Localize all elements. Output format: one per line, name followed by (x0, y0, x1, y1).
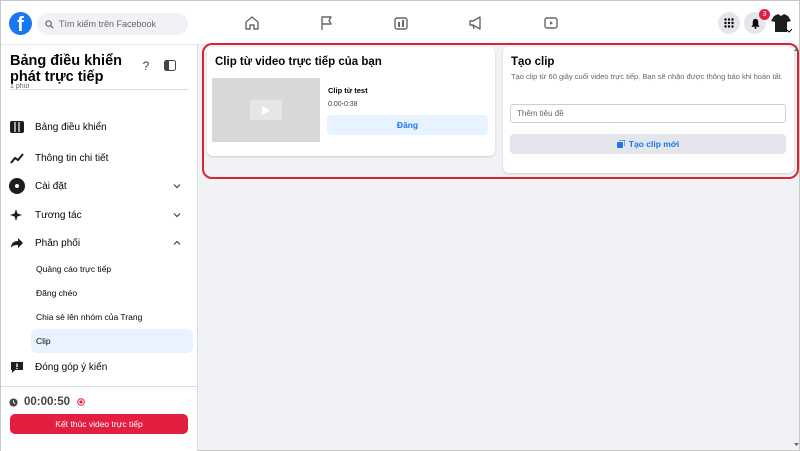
create-new-clip-button[interactable]: Tạo clip mới (510, 134, 786, 154)
sidebar: Bảng điều khiển phát trực tiếp ? 1 phút … (1, 45, 198, 451)
live-record-icon (77, 398, 85, 406)
live-timer: 00:00:50 (9, 396, 85, 408)
clip-name: Clip từ test (328, 86, 368, 95)
create-new-clip-label: Tạo clip mới (628, 139, 680, 149)
gear-icon (9, 178, 25, 194)
home-icon[interactable] (244, 15, 260, 31)
bell-icon (750, 18, 760, 29)
clip-card-title: Clip từ video trực tiếp của bạn (215, 56, 382, 68)
share-icon (9, 235, 25, 251)
sidebar-item-feedback[interactable]: Đóng góp ý kiến (6, 355, 191, 379)
clock-icon (9, 397, 18, 407)
video-icon[interactable] (543, 15, 559, 31)
scroll-up-arrow-icon[interactable] (794, 47, 799, 52)
sidebar-item-label: Cài đặt (35, 180, 67, 192)
post-clip-button[interactable]: Đăng (327, 115, 488, 135)
sidebar-item-label: Phân phối (35, 237, 81, 249)
notifications-button[interactable]: 3 (744, 9, 770, 34)
sidebar-item-label: Thông tin chi tiết (35, 152, 109, 164)
grid-menu-icon (724, 18, 734, 28)
sidebar-title: Bảng điều khiển phát trực tiếp (10, 53, 122, 85)
account-chevron-icon[interactable] (786, 29, 792, 33)
sidebar-subitem-label: Đăng chéo (36, 288, 78, 298)
search-input[interactable] (59, 19, 179, 29)
chevron-down-icon (173, 213, 181, 218)
chevron-down-icon (173, 184, 181, 189)
create-clip-description: Tạo clip từ 60 giây cuối video trực tiếp… (511, 72, 783, 81)
divider (10, 89, 188, 90)
partial-status-text: 1 phút (10, 83, 30, 90)
insights-icon (9, 150, 25, 166)
sidebar-item-label: Bảng điều khiển (35, 121, 107, 133)
sidebar-subitem-label: Quảng cáo trực tiếp (36, 264, 112, 274)
sidebar-item-settings[interactable]: Cài đặt (6, 174, 191, 198)
sidebar-subitem-crosspost[interactable]: Đăng chéo (31, 281, 193, 305)
timer-value: 00:00:50 (24, 396, 71, 408)
end-live-video-button[interactable]: Kết thúc video trực tiếp (10, 414, 188, 434)
notification-badge: 3 (759, 9, 770, 20)
sidebar-item-dashboard[interactable]: Bảng điều khiển (6, 115, 191, 139)
sidebar-item-label: Tương tác (35, 209, 82, 221)
play-icon (250, 100, 282, 120)
create-clip-card: Tạo clip Tạo clip từ 60 giây cuối video … (503, 47, 794, 173)
clip-icon (616, 140, 625, 148)
scrollbar[interactable] (795, 45, 799, 451)
sparkle-icon (9, 207, 25, 223)
chevron-up-icon (173, 240, 181, 245)
menu-button[interactable] (718, 12, 740, 34)
logo-letter: f (17, 14, 24, 35)
scroll-down-arrow-icon[interactable] (794, 442, 799, 447)
panel-toggle-icon[interactable] (164, 60, 176, 71)
sidebar-item-distribution[interactable]: Phân phối (6, 231, 191, 255)
search-box[interactable] (37, 13, 188, 35)
divider (1, 386, 197, 387)
sidebar-subitem-share-to-group[interactable]: Chia sẻ lên nhóm của Trang (31, 305, 193, 329)
columns-icon (9, 119, 25, 135)
megaphone-icon[interactable] (468, 15, 484, 31)
sidebar-subitem-label: Clip (36, 336, 51, 346)
facebook-logo[interactable]: f (9, 12, 32, 35)
sidebar-subitem-label: Chia sẻ lên nhóm của Trang (36, 312, 143, 322)
clip-list-card: Clip từ video trực tiếp của bạn Clip từ … (207, 47, 495, 156)
clip-title-input[interactable] (510, 104, 786, 123)
help-icon[interactable]: ? (139, 59, 153, 73)
clip-thumbnail[interactable] (212, 78, 320, 142)
sidebar-item-insights[interactable]: Thông tin chi tiết (6, 146, 191, 170)
marketplace-icon[interactable] (393, 15, 409, 31)
clip-duration: 0:00-0:38 (328, 101, 358, 108)
sidebar-subitem-clip[interactable]: Clip (31, 329, 193, 353)
sidebar-item-label: Đóng góp ý kiến (35, 361, 108, 373)
sidebar-subitem-live-ads[interactable]: Quảng cáo trực tiếp (31, 257, 193, 281)
sidebar-item-interaction[interactable]: Tương tác (6, 203, 191, 227)
search-icon (45, 19, 54, 29)
feedback-icon (9, 359, 25, 375)
top-navigation-bar: f 3 (1, 1, 799, 45)
flag-icon[interactable] (319, 15, 335, 31)
create-clip-title: Tạo clip (511, 56, 555, 68)
